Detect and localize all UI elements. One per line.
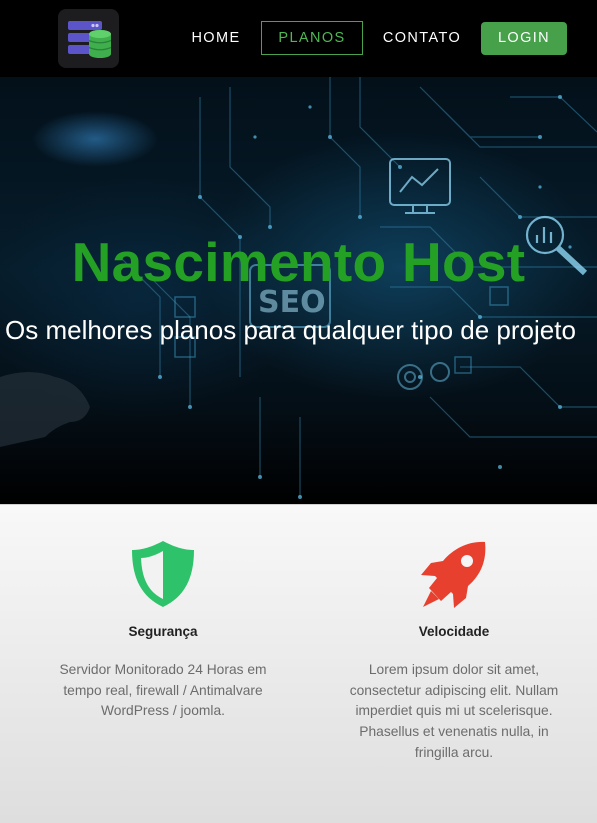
- nav-home[interactable]: HOME: [184, 21, 248, 55]
- navbar: HOME PLANOS CONTATO LOGIN: [0, 0, 597, 77]
- feature-title: Velocidade: [418, 624, 490, 639]
- rocket-icon: [419, 539, 489, 616]
- shield-icon: [130, 539, 196, 614]
- features-section: Segurança Servidor Monitorado 24 Horas e…: [0, 504, 597, 823]
- server-database-icon[interactable]: [58, 9, 119, 68]
- feature-text: Lorem ipsum dolor sit amet, consectetur …: [349, 662, 559, 760]
- feature-text: Servidor Monitorado 24 Horas em tempo re…: [59, 662, 267, 719]
- hero-title: Nascimento Host: [71, 231, 526, 293]
- hero-subtitle: Os melhores planos para qualquer tipo de…: [5, 315, 576, 345]
- feature-title: Segurança: [128, 624, 198, 639]
- login-button[interactable]: LOGIN: [481, 22, 567, 55]
- nav-planos[interactable]: PLANOS: [261, 21, 363, 55]
- hero-banner: SEO Nascimento Host Os melhores planos p…: [0, 77, 597, 504]
- nav-contato[interactable]: CONTATO: [377, 21, 467, 55]
